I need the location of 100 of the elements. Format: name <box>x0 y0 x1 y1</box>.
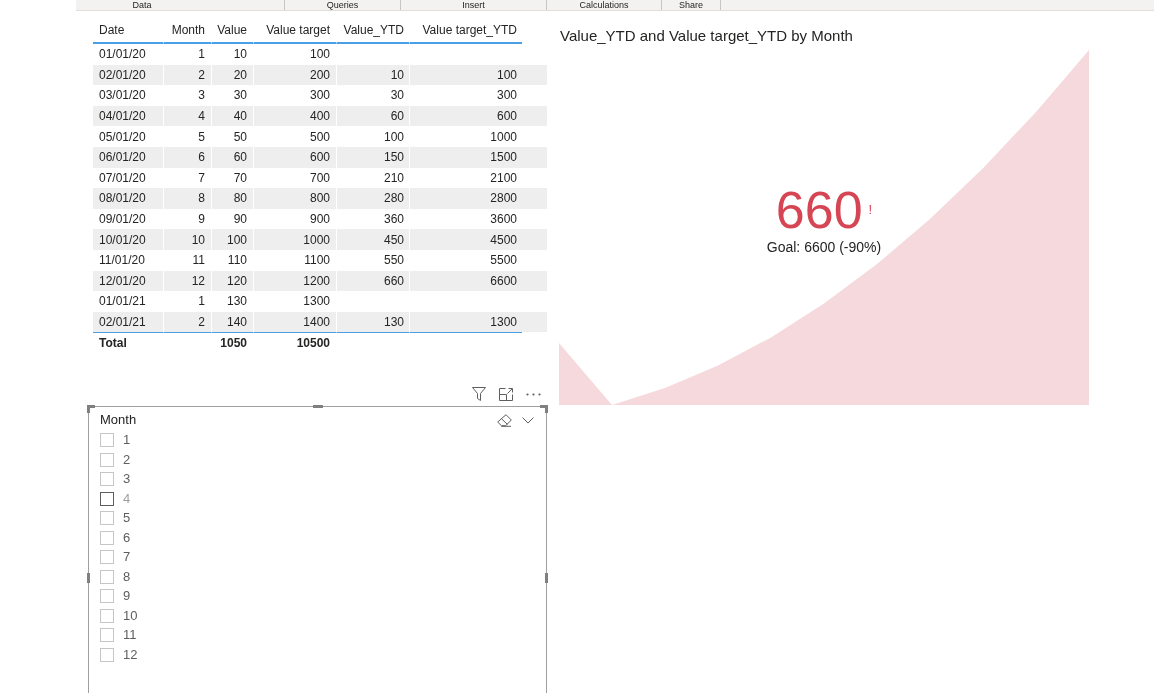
table-cell-text: 1100 <box>304 252 330 270</box>
checkbox[interactable] <box>100 550 114 565</box>
table-cell-text: 20 <box>233 66 247 84</box>
ribbon-group-label: Share <box>679 0 703 10</box>
table-cell-text: 130 <box>226 293 247 311</box>
chevron-down-icon[interactable] <box>522 416 534 424</box>
slicer-item[interactable]: 8 <box>100 566 131 587</box>
total-cell-text: 1050 <box>220 335 247 353</box>
table-cell-text: 02/01/21 <box>99 314 146 331</box>
resize-handle[interactable] <box>545 573 548 584</box>
table-cell-text: 90 <box>233 211 247 229</box>
table-cell-text: 1400 <box>303 314 330 331</box>
slicer-item[interactable]: 3 <box>100 469 131 489</box>
resize-handle[interactable] <box>87 573 90 584</box>
resize-handle[interactable] <box>540 405 548 414</box>
table-cell-text: 4 <box>198 108 205 126</box>
column-header[interactable]: Value target <box>253 17 336 44</box>
table-cell-text: 70 <box>233 169 247 187</box>
chart-title: Value_YTD and Value target_YTD by Month <box>559 27 854 45</box>
table-cell-text: 10/01/20 <box>99 231 146 249</box>
column-header[interactable]: Value_YTD <box>336 17 409 44</box>
checkbox[interactable] <box>100 452 114 467</box>
table-cell-text: 660 <box>383 272 404 290</box>
more-options-icon[interactable] <box>526 392 541 396</box>
table-cell-text: 3600 <box>490 211 517 229</box>
table-cell-text: 120 <box>226 272 247 290</box>
table-cell-text: 11/01/20 <box>99 252 145 270</box>
table-cell-text: 8 <box>198 190 205 208</box>
ribbon-group-label: Data <box>132 0 152 10</box>
total-cell-text: Total <box>99 335 127 353</box>
resize-handle[interactable] <box>87 405 95 414</box>
slicer-item[interactable]: 10 <box>100 605 138 626</box>
checkbox[interactable] <box>100 589 114 604</box>
slicer-item[interactable]: 7 <box>100 547 131 567</box>
table-cell-text: 60 <box>233 149 247 167</box>
slicer-item[interactable]: 12 <box>100 644 138 665</box>
checkbox[interactable] <box>100 530 114 545</box>
table-cell-text: 1500 <box>490 149 517 167</box>
table-cell-text: 12 <box>191 272 205 290</box>
table-cell-text: 500 <box>309 128 330 146</box>
slicer-item[interactable]: 2 <box>100 449 131 470</box>
table-cell-text: 150 <box>383 149 404 167</box>
table-cell-text: 06/01/20 <box>99 149 146 167</box>
column-header[interactable]: Date <box>93 17 163 44</box>
table-cell-text: 30 <box>233 87 247 105</box>
filter-icon[interactable] <box>472 387 486 402</box>
checkbox[interactable] <box>100 433 114 448</box>
table-cell-text: 01/01/21 <box>99 293 146 311</box>
table-cell-text: 200 <box>309 66 330 84</box>
table-cell-text: 10 <box>233 46 247 64</box>
slicer-title: Month <box>100 412 137 429</box>
kpi-value: 660 <box>775 182 863 238</box>
table-cell-text: 300 <box>309 87 330 105</box>
table-cell-text: 40 <box>233 108 247 126</box>
table-cell-text: 60 <box>390 108 404 126</box>
table-cell-text: 100 <box>383 128 404 146</box>
column-header[interactable]: Month <box>163 17 211 44</box>
checkbox[interactable] <box>100 472 114 487</box>
eraser-icon[interactable] <box>497 413 512 427</box>
table-cell-text: 04/01/20 <box>99 108 146 126</box>
table-cell-text: 08/01/20 <box>99 190 146 208</box>
checkbox[interactable] <box>100 647 114 662</box>
checkbox[interactable] <box>100 491 114 506</box>
slicer-item[interactable]: 1 <box>100 430 131 450</box>
table-cell-text: 10 <box>390 66 404 84</box>
table-cell-text: 2100 <box>490 169 517 187</box>
checkbox[interactable] <box>100 511 114 526</box>
slicer-item[interactable]: 11 <box>100 625 137 645</box>
slicer-item[interactable]: 6 <box>100 527 131 548</box>
table-cell-text: 550 <box>383 252 404 270</box>
table-cell-text: 450 <box>383 231 404 249</box>
slicer-item[interactable]: 5 <box>100 508 131 528</box>
checkbox[interactable] <box>100 569 114 584</box>
column-header[interactable]: Value target_YTD <box>409 17 522 44</box>
table-cell-text: 11 <box>192 252 205 270</box>
column-header[interactable]: Value <box>211 17 253 44</box>
table-cell-text: 10 <box>191 231 205 249</box>
table-cell-text: 2800 <box>490 190 517 208</box>
checkbox[interactable] <box>100 628 114 643</box>
ribbon-group-label: Calculations <box>579 0 629 10</box>
table-cell-text: 1300 <box>490 314 517 331</box>
table-cell-text: 3 <box>198 87 205 105</box>
status-indicator: ! <box>868 203 873 217</box>
resize-handle[interactable] <box>313 405 323 409</box>
table-cell-text: 01/01/20 <box>99 46 146 64</box>
table-cell-text: 2 <box>198 66 205 84</box>
table-cell-text: 7 <box>198 169 205 187</box>
slicer-item[interactable]: 9 <box>100 586 131 606</box>
table-cell-text: 5500 <box>490 252 517 270</box>
table-cell-text: 100 <box>496 66 517 84</box>
expand-icon[interactable] <box>499 387 513 401</box>
table-cell-text: 100 <box>226 231 247 249</box>
total-cell-text: 10500 <box>296 335 330 353</box>
table-cell-text: 1 <box>198 46 205 64</box>
table-cell-text: 1000 <box>490 128 517 146</box>
table-cell-text: 5 <box>198 128 205 146</box>
table-cell-text: 4500 <box>490 231 517 249</box>
checkbox[interactable] <box>100 608 114 623</box>
table-cell-text: 50 <box>233 128 247 146</box>
table-cell-text: 2 <box>198 314 205 331</box>
